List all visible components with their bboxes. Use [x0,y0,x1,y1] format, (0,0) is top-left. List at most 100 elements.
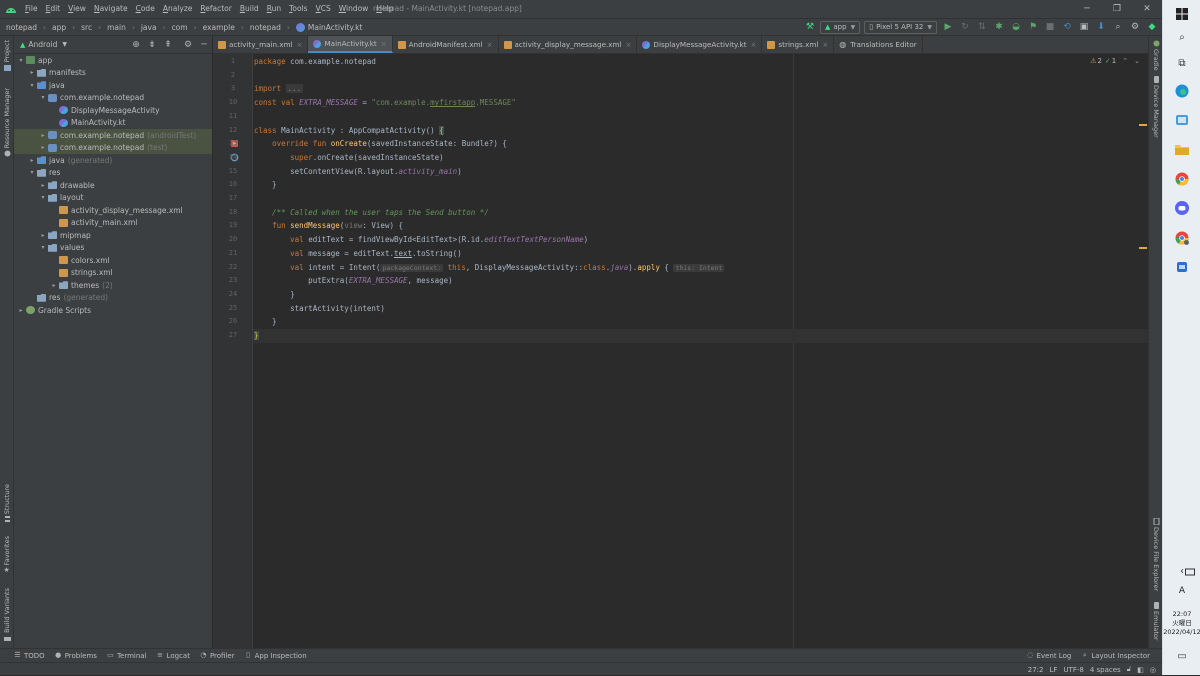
sync-gradle-icon[interactable]: ⟲ [1060,20,1074,34]
chevron-right-icon[interactable]: ▸ [28,69,36,76]
stop-icon[interactable]: ■ [1043,20,1057,34]
chevron-down-icon[interactable]: ▾ [39,94,47,101]
file-encoding[interactable]: UTF-8 [1063,666,1083,674]
close-tab-icon[interactable]: × [297,41,303,49]
menu-tools[interactable]: Tools [285,0,311,18]
device-dropdown[interactable]: ▯ Pixel 5 API 32 ▼ [864,20,937,34]
tree-item[interactable]: activity_display_message.xml [14,204,212,217]
breadcrumb-item[interactable]: src › [75,23,101,32]
resource-manager-tool-tab[interactable]: Resource Manager [0,88,14,157]
tree-item[interactable]: ▸ com.example.notepad (test) [14,141,212,154]
tree-item[interactable]: ▾ layout [14,192,212,205]
close-tab-icon[interactable]: × [381,40,387,48]
warning-scroll-marker[interactable] [1139,124,1147,126]
menu-refactor[interactable]: Refactor [196,0,235,18]
device-manager-tool-tab[interactable]: Device Manager [1149,76,1163,138]
lock-icon[interactable]: 🔓︎ [1127,665,1132,674]
ime-indicator[interactable]: A [1174,583,1190,599]
editor-tab[interactable]: strings.xml × [762,36,835,53]
chevron-right-icon[interactable]: ▸ [39,144,47,151]
code-editor[interactable]: 1 2 3 10 11 12 13 14 15 16 17 18 19 20 21 22 23 24 25 26 27 … [213,54,1148,648]
tree-item[interactable]: ▸ com.example.notepad (androidTest) [14,129,212,142]
favorites-tool-tab[interactable]: Favorites ★ [0,536,14,574]
tool-app-inspection[interactable]: ▯ App Inspection [245,652,307,660]
tree-item[interactable]: ▸ mipmap [14,229,212,242]
close-tab-icon[interactable]: × [822,41,828,49]
settings-gear-icon[interactable]: ⚙ [1128,20,1142,34]
run-config-dropdown[interactable]: ▲ app ▼ [820,20,861,34]
sdk-manager-icon[interactable]: ⬇ [1094,20,1108,34]
tree-item[interactable]: activity_main.xml [14,217,212,230]
edge-browser-icon[interactable] [1174,83,1190,99]
breadcrumb-item[interactable]: java › [135,23,166,32]
chevron-up-icon[interactable]: ⌃ [1122,57,1128,65]
tool-logcat[interactable]: ≡ Logcat [157,652,190,660]
breadcrumb-item[interactable]: notepad › [244,23,290,32]
android-studio-icon[interactable]: ◆ [1145,20,1159,34]
structure-tool-tab[interactable]: Structure [0,484,14,523]
task-view-icon[interactable]: ⧉ [1174,55,1190,71]
line-separator[interactable]: LF [1050,666,1058,674]
locate-file-icon[interactable]: ⊕ [130,39,142,51]
tree-item[interactable]: ▸ themes (2) [14,279,212,292]
tree-item[interactable]: MainActivity.kt [14,117,212,130]
hammer-icon[interactable]: ⚒ [803,20,817,34]
editor-tab[interactable]: ◍ Translations Editor [834,36,923,53]
maximize-button[interactable]: ❐ [1102,0,1132,18]
chevron-down-icon[interactable]: ▼ [62,41,67,48]
collapse-all-icon[interactable]: ⇞ [162,39,174,51]
app-icon[interactable] [1174,259,1190,275]
chevron-right-icon[interactable]: ▸ [50,282,58,289]
chevron-right-icon[interactable]: ▸ [28,157,36,164]
tree-item[interactable]: ▾ com.example.notepad [14,92,212,105]
tree-item[interactable]: DisplayMessageActivity [14,104,212,117]
tree-item[interactable]: ▸ drawable [14,179,212,192]
project-view-dropdown[interactable]: Android [28,40,57,49]
editor-tab[interactable]: activity_display_message.xml × [499,36,638,53]
run-icon[interactable]: ▶ [941,20,955,34]
menu-run[interactable]: Run [263,0,285,18]
editor-tab[interactable]: activity_main.xml × [213,36,309,53]
menu-navigate[interactable]: Navigate [90,0,132,18]
breadcrumb-item[interactable]: main › [101,23,135,32]
tree-item[interactable]: res (generated) [14,292,212,305]
menu-analyze[interactable]: Analyze [159,0,197,18]
profile-icon[interactable]: ◒ [1009,20,1023,34]
breadcrumb-item[interactable]: example › [197,23,244,32]
code-area[interactable]: package com.example.notepad import ... con… [253,54,1148,648]
menu-view[interactable]: View [64,0,90,18]
expand-all-icon[interactable]: ⇟ [146,39,158,51]
close-tab-icon[interactable]: × [487,41,493,49]
minimize-button[interactable]: ─ [1072,0,1102,18]
close-window-button[interactable]: ✕ [1132,0,1162,18]
device-manager-icon[interactable]: ▣ [1077,20,1091,34]
chrome-profile-icon[interactable] [1174,230,1190,246]
device-file-explorer-tool-tab[interactable]: Device File Explorer [1149,518,1163,591]
menu-window[interactable]: Window [335,0,373,18]
discord-icon[interactable] [1174,200,1190,216]
tree-item[interactable]: ▾ values [14,242,212,255]
chevron-right-icon[interactable]: ▸ [39,132,47,139]
file-explorer-icon[interactable] [1174,141,1190,157]
build-variants-tool-tab[interactable]: Build Variants [0,588,14,642]
windows-start-icon[interactable] [1174,6,1190,22]
chevron-down-icon[interactable]: ⌄ [1134,57,1140,65]
indent-setting[interactable]: 4 spaces [1090,666,1121,674]
gradle-tool-tab[interactable]: Gradle [1149,40,1163,71]
menu-file[interactable]: File [21,0,42,18]
memory-indicator-icon[interactable]: ◧ [1137,666,1144,674]
tree-item[interactable]: ▾ java [14,79,212,92]
search-everywhere-icon[interactable]: ⌕ [1111,20,1125,34]
close-tab-icon[interactable]: × [626,41,632,49]
tree-item[interactable]: ▸ java (generated) [14,154,212,167]
gear-icon[interactable]: ⚙ [182,39,194,51]
menu-build[interactable]: Build [236,0,263,18]
emulator-tool-tab[interactable]: Emulator [1149,602,1163,641]
android-studio-taskbar-icon[interactable] [1174,112,1190,128]
tool-event-log[interactable]: ◌ Event Log [1027,652,1071,660]
tree-item[interactable]: colors.xml [14,254,212,267]
editor-tab[interactable]: DisplayMessageActivity.kt × [637,36,763,53]
chevron-down-icon[interactable]: ▾ [28,169,36,176]
inspection-widget[interactable]: ⚠ 2 ✓ 1 ⌃ ⌄ [1090,57,1140,65]
tree-item[interactable]: ▸ manifests [14,67,212,80]
